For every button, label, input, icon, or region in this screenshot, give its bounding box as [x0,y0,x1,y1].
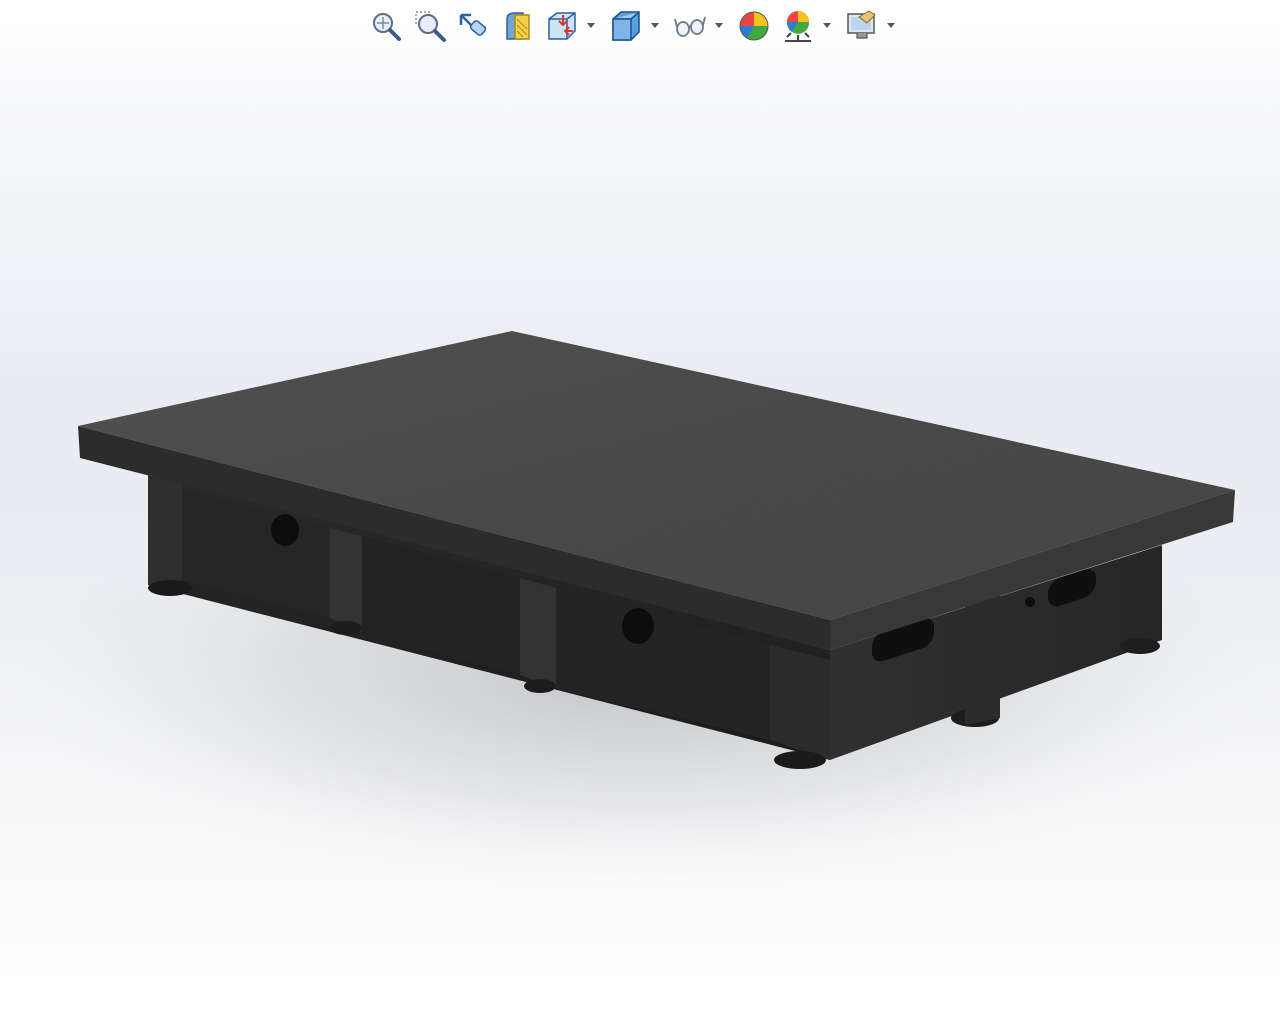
view-settings-monitor-icon [847,10,876,39]
edit-appearance-icon [739,11,769,41]
apply-scene-button[interactable] [778,6,818,46]
foot-front-left [148,580,192,596]
edit-appearance-button[interactable] [734,6,774,46]
chevron-down-icon [887,23,895,28]
hole-right-small [1025,597,1035,607]
foot-front-right [774,751,826,769]
section-view-icon [506,12,530,40]
apply-scene-icon [785,11,811,42]
display-style-icon [612,11,640,41]
hide-show-glasses-icon [674,16,706,37]
view-orientation-button[interactable] [542,6,582,46]
chevron-down-icon [587,23,595,28]
model-view[interactable] [0,0,1280,1024]
view-settings-dropdown[interactable] [886,6,896,46]
base-rib-right-corner [770,645,830,760]
zoom-to-fit-icon [373,13,401,41]
base-rib-1 [330,528,362,633]
chevron-down-icon [715,23,723,28]
foot-mid-1 [330,621,362,635]
heads-up-view-toolbar [366,6,902,46]
hide-show-items-dropdown[interactable] [714,6,724,46]
zoom-to-fit-button[interactable] [366,6,406,46]
hole-front-1 [271,514,299,546]
graphics-area[interactable] [0,0,1280,1024]
base-rib-2 [520,578,556,688]
view-orientation-icon [548,12,576,40]
view-settings-button[interactable] [842,6,882,46]
hole-front-2 [622,608,654,644]
base-right-rib [965,594,1000,725]
foot-mid-2 [524,679,556,693]
zoom-to-area-button[interactable] [410,6,450,46]
previous-view-icon [459,13,487,36]
base-rib-left [148,470,182,585]
section-view-button[interactable] [498,6,538,46]
previous-view-button[interactable] [454,6,494,46]
chevron-down-icon [651,23,659,28]
apply-scene-dropdown[interactable] [822,6,832,46]
hide-show-items-button[interactable] [670,6,710,46]
zoom-to-area-icon [415,11,446,42]
foot-back-right [1120,638,1160,654]
display-style-button[interactable] [606,6,646,46]
chevron-down-icon [823,23,831,28]
view-orientation-dropdown[interactable] [586,6,596,46]
display-style-dropdown[interactable] [650,6,660,46]
